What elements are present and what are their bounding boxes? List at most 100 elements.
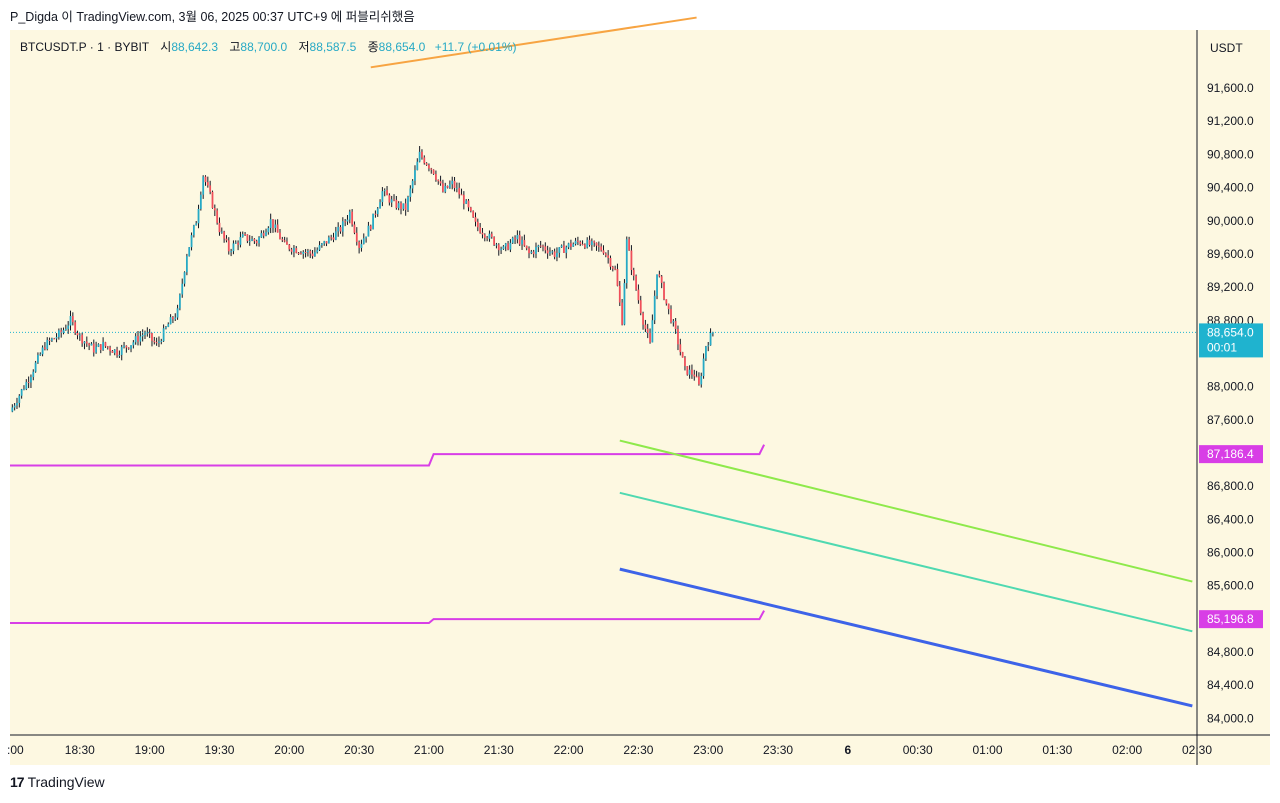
candle-body: [106, 346, 109, 348]
candle-body: [34, 362, 37, 372]
y-tick-label: 89,600.0: [1207, 247, 1254, 261]
candle-body: [78, 334, 81, 336]
high-label: 고: [229, 40, 241, 54]
y-tick-label: 85,600.0: [1207, 579, 1254, 593]
candle-body: [481, 232, 484, 235]
candle-body: [255, 241, 258, 244]
candle-body: [81, 334, 84, 344]
y-tick-label: 86,400.0: [1207, 512, 1254, 526]
y-tick-label: 90,400.0: [1207, 181, 1254, 195]
candle-body: [635, 275, 637, 290]
candle-body: [595, 242, 598, 246]
candle-body: [320, 243, 323, 246]
open-value: 88,642.3: [171, 40, 219, 54]
candle-body: [297, 252, 300, 254]
low-value: 88,587.5: [309, 40, 357, 54]
candle-body: [39, 354, 42, 356]
candle-body: [369, 225, 372, 230]
candle-body: [549, 252, 551, 254]
candle-body: [169, 317, 172, 325]
candle-body: [367, 225, 370, 237]
countdown-label: 00:01: [1207, 340, 1237, 354]
candle-body: [325, 241, 328, 244]
candle-body: [307, 250, 309, 253]
candle-body: [467, 200, 470, 208]
candle-body: [516, 234, 519, 240]
brand-name: TradingView: [27, 774, 105, 790]
candle-body: [572, 244, 575, 247]
open-label: 시: [160, 40, 172, 54]
candle-body: [125, 345, 128, 348]
candle-body: [623, 283, 626, 325]
candle-body: [558, 247, 561, 253]
symbol-label[interactable]: BTCUSDT.P · 1 · BYBIT: [20, 40, 149, 54]
candle-body: [600, 246, 603, 251]
candle-body: [339, 226, 342, 232]
x-tick-label: 23:30: [763, 743, 793, 757]
candle-body: [476, 221, 479, 228]
candle-body: [588, 239, 591, 246]
candle-body: [104, 342, 107, 347]
candle-body: [402, 203, 405, 209]
last-price-tag-label: 88,654.0: [1207, 325, 1254, 339]
y-tick-label: 90,000.0: [1207, 214, 1254, 228]
candle-body: [514, 237, 516, 240]
candle-body: [688, 369, 691, 375]
candle-body: [423, 157, 426, 164]
candle-body: [528, 248, 530, 254]
candle-body: [265, 232, 267, 236]
candle-body: [109, 347, 111, 351]
candle-body: [702, 358, 705, 377]
candle-body: [686, 366, 689, 375]
candle-body: [630, 250, 633, 271]
candle-body: [118, 354, 121, 356]
candle-body: [381, 191, 384, 203]
candlestick-chart[interactable]: 91,600.0 91,200.0 90,800.0 90,400.0 90,000.0…: [0, 0, 1280, 803]
candle-body: [195, 223, 198, 226]
candle-body: [190, 235, 193, 248]
footer: 17 TradingView: [10, 774, 105, 790]
candle-body: [225, 238, 228, 241]
candle-body: [272, 219, 274, 228]
candle-body: [663, 282, 665, 300]
candle-body: [386, 190, 388, 196]
candle-body: [27, 381, 30, 383]
candle-body: [693, 374, 696, 377]
candle-body: [41, 347, 44, 355]
candle-body: [518, 234, 521, 245]
candle-body: [239, 237, 242, 245]
candle-body: [553, 251, 556, 257]
candle-body: [658, 274, 661, 277]
x-tick-label: 23:00: [693, 743, 723, 757]
candle-body: [246, 234, 249, 242]
candle-body: [644, 324, 647, 329]
candle-body: [139, 336, 142, 342]
candle-body: [544, 246, 547, 251]
candle-body: [258, 237, 260, 244]
x-tick-label: 18:30: [65, 743, 95, 757]
candle-body: [421, 151, 423, 158]
close-label: 종: [367, 40, 379, 54]
candle-body: [183, 272, 186, 284]
y-tick-label: 90,800.0: [1207, 147, 1254, 161]
candle-body: [202, 176, 205, 195]
y-tick-label: 89,200.0: [1207, 280, 1254, 294]
y-tick-label: 84,800.0: [1207, 645, 1254, 659]
x-tick-label: 6: [845, 743, 852, 757]
candle-body: [290, 249, 293, 252]
ohlc-legend: BTCUSDT.P · 1 · BYBIT 시88,642.3 고88,700.…: [20, 38, 517, 55]
candle-body: [267, 227, 270, 233]
candle-body: [181, 283, 184, 295]
y-tick-label: 84,000.0: [1207, 711, 1254, 725]
candle-body: [579, 241, 582, 244]
candle-body: [251, 239, 253, 241]
candle-body: [684, 357, 686, 367]
candle-body: [642, 313, 644, 325]
candle-body: [232, 243, 235, 252]
candle-body: [83, 341, 86, 344]
x-tick-label: 20:00: [274, 743, 304, 757]
candle-body: [223, 231, 226, 239]
candle-body: [18, 395, 21, 403]
candle-body: [237, 242, 239, 245]
candle-body: [16, 402, 18, 406]
